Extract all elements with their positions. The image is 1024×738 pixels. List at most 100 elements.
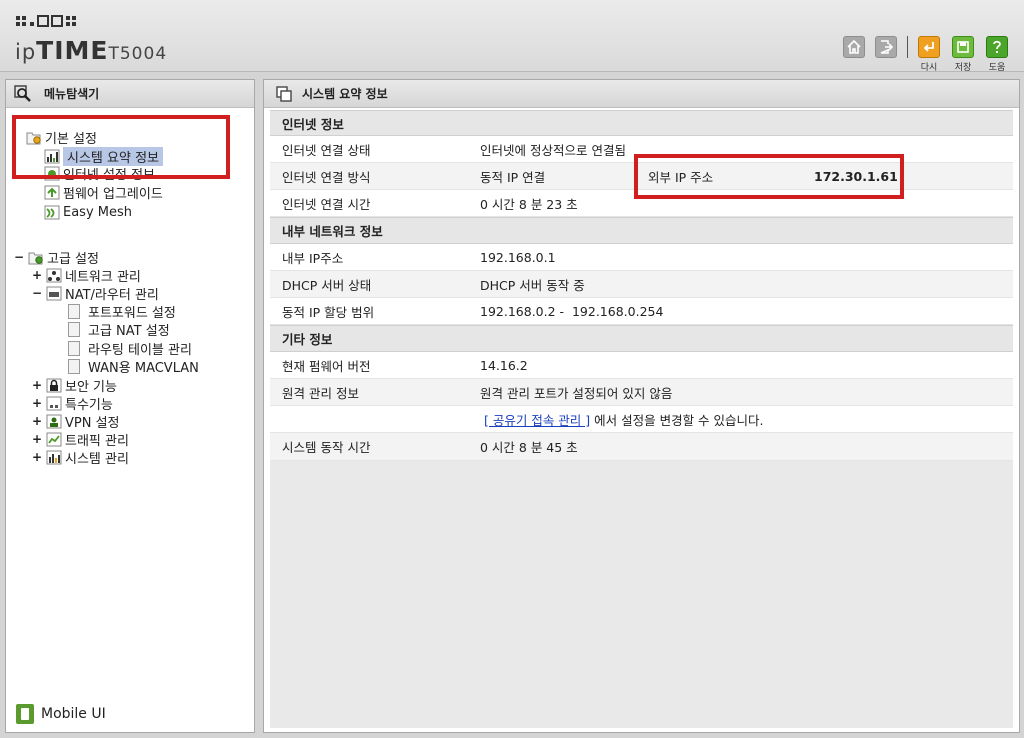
tree-item-label: 라우팅 테이블 관리 bbox=[88, 342, 192, 358]
row-label: 인터넷 연결 상태 bbox=[282, 142, 371, 158]
tree-item-traffic[interactable]: + 트래픽 관리 bbox=[32, 430, 129, 449]
logo-dots-icon bbox=[16, 15, 76, 27]
tree-item-label: WAN용 MACVLAN bbox=[88, 360, 199, 376]
tree-item-network-management[interactable]: + 네트워크 관리 bbox=[32, 266, 141, 285]
tree-item-routing-table[interactable]: 라우팅 테이블 관리 bbox=[68, 339, 192, 358]
save-button-face bbox=[952, 36, 974, 58]
tree-item-label: 특수기능 bbox=[65, 397, 113, 413]
row-value: DHCP 서버 동작 중 bbox=[480, 277, 585, 293]
main-panel-header: 시스템 요약 정보 bbox=[264, 80, 1019, 108]
row-label: DHCP 서버 상태 bbox=[282, 277, 372, 293]
logo-time: TIME bbox=[36, 36, 109, 65]
expand-toggle[interactable]: + bbox=[32, 432, 42, 446]
table-row: 내부 IP주소 192.168.0.1 bbox=[270, 244, 1013, 271]
tree-item-label: VPN 설정 bbox=[65, 415, 120, 431]
mesh-icon bbox=[44, 205, 60, 220]
expand-toggle[interactable]: + bbox=[32, 378, 42, 392]
tree-item-label: NAT/라우터 관리 bbox=[65, 287, 159, 303]
row-label: 시스템 동작 시간 bbox=[282, 440, 371, 455]
logout-button[interactable] bbox=[875, 36, 897, 58]
logo: ipTIMET5004 bbox=[15, 36, 167, 66]
row-label: 현재 펌웨어 버전 bbox=[282, 358, 371, 374]
tree-advanced-label: 고급 설정 bbox=[47, 251, 99, 267]
collapse-toggle[interactable]: − bbox=[32, 286, 42, 300]
table-row: [ 공유기 접속 관리 ] 에서 설정을 변경할 수 있습니다. bbox=[270, 406, 1013, 433]
tree-item-special-functions[interactable]: + 특수기능 bbox=[32, 394, 113, 413]
tree-item-advanced-nat[interactable]: 고급 NAT 설정 bbox=[68, 320, 170, 339]
expand-toggle[interactable]: + bbox=[32, 414, 42, 428]
expand-toggle[interactable]: + bbox=[32, 450, 42, 464]
logout-icon bbox=[880, 40, 894, 54]
reload-button-face bbox=[918, 36, 940, 58]
reload-button[interactable]: 다시 bbox=[916, 36, 942, 73]
lock-icon bbox=[46, 378, 62, 393]
router-icon bbox=[46, 286, 62, 301]
section-title: 내부 네트워크 정보 bbox=[282, 224, 383, 239]
app-header: ipTIMET5004 다시 저장 도움 bbox=[0, 0, 1024, 73]
section-other-info: 기타 정보 bbox=[270, 325, 1013, 352]
row-label: 원격 관리 정보 bbox=[282, 385, 359, 401]
tree-item-label: 보안 기능 bbox=[65, 379, 117, 395]
annotation-box-menu bbox=[12, 115, 230, 179]
save-button[interactable]: 저장 bbox=[950, 36, 976, 73]
home-icon bbox=[847, 39, 861, 54]
save-icon bbox=[957, 41, 969, 53]
hint-suffix: 에서 설정을 변경할 수 있습니다. bbox=[590, 412, 764, 428]
toolbar: 다시 저장 도움 bbox=[833, 36, 1010, 73]
tree-item-label: 포트포워드 설정 bbox=[88, 305, 176, 321]
section-internal-network: 내부 네트워크 정보 bbox=[270, 217, 1013, 244]
table-row: 현재 펌웨어 버전 14.16.2 bbox=[270, 352, 1013, 379]
expand-toggle[interactable]: + bbox=[32, 396, 42, 410]
page-icon bbox=[68, 358, 80, 374]
help-button-face bbox=[986, 36, 1008, 58]
collapse-toggle[interactable]: − bbox=[14, 250, 24, 264]
traffic-icon bbox=[46, 432, 62, 447]
vpn-icon bbox=[46, 414, 62, 429]
table-row: 원격 관리 정보 원격 관리 포트가 설정되어 있지 않음 bbox=[270, 379, 1013, 406]
tree-item-wan-macvlan[interactable]: WAN용 MACVLAN bbox=[68, 357, 199, 376]
row-label: 내부 IP주소 bbox=[282, 250, 344, 266]
row-label: 동적 IP 할당 범위 bbox=[282, 304, 375, 320]
row-value: 0 시간 8 분 23 초 bbox=[480, 196, 578, 212]
home-button[interactable] bbox=[843, 36, 865, 58]
system-icon bbox=[46, 450, 62, 465]
page-icon bbox=[68, 340, 80, 356]
logo-model: T5004 bbox=[108, 44, 168, 64]
folder-gear-icon bbox=[28, 250, 44, 265]
logo-ip: ip bbox=[15, 40, 37, 64]
router-access-link[interactable]: [ 공유기 접속 관리 ] bbox=[484, 413, 590, 428]
tree-item-firmware-upgrade[interactable]: 펌웨어 업그레이드 bbox=[44, 183, 163, 202]
special-function-icon bbox=[46, 396, 62, 411]
row-value: 192.168.0.1 bbox=[480, 249, 556, 265]
tree-item-easy-mesh[interactable]: Easy Mesh bbox=[44, 203, 132, 221]
expand-toggle[interactable]: + bbox=[32, 268, 42, 282]
save-label: 저장 bbox=[954, 63, 972, 73]
help-button[interactable]: 도움 bbox=[984, 36, 1010, 73]
table-row: DHCP 서버 상태 DHCP 서버 동작 중 bbox=[270, 271, 1013, 298]
row-value: 인터넷에 정상적으로 연결됨 bbox=[480, 142, 626, 158]
toolbar-separator bbox=[907, 36, 908, 58]
row-value: 0 시간 8 분 45 초 bbox=[480, 440, 578, 455]
tree-item-label: 펌웨어 업그레이드 bbox=[63, 186, 163, 202]
row-value: 원격 관리 포트가 설정되어 있지 않음 bbox=[480, 385, 673, 401]
tree-item-security[interactable]: + 보안 기능 bbox=[32, 376, 117, 395]
tree-advanced-settings[interactable]: − 고급 설정 bbox=[14, 248, 99, 267]
annotation-box-external-ip bbox=[634, 154, 904, 199]
row-label: 인터넷 연결 방식 bbox=[282, 169, 371, 185]
mobile-ui-label: Mobile UI bbox=[41, 706, 106, 722]
page-icon bbox=[68, 321, 80, 337]
remote-access-hint: [ 공유기 접속 관리 ] 에서 설정을 변경할 수 있습니다. bbox=[484, 410, 764, 429]
tree-item-nat-router[interactable]: − NAT/라우터 관리 bbox=[32, 284, 159, 303]
tree-item-label: 시스템 관리 bbox=[65, 451, 129, 467]
tree-item-label: 고급 NAT 설정 bbox=[88, 323, 170, 339]
upgrade-icon bbox=[44, 185, 60, 200]
table-row: 동적 IP 할당 범위 192.168.0.2 - 192.168.0.254 bbox=[270, 298, 1013, 325]
mobile-ui-link[interactable]: Mobile UI bbox=[16, 704, 106, 724]
tree-item-vpn[interactable]: + VPN 설정 bbox=[32, 412, 120, 431]
row-value: 동적 IP 연결 bbox=[480, 169, 546, 185]
help-label: 도움 bbox=[988, 63, 1006, 73]
section-title: 인터넷 정보 bbox=[282, 116, 344, 132]
tree-item-system-management[interactable]: + 시스템 관리 bbox=[32, 448, 129, 467]
page-icon bbox=[68, 303, 80, 319]
tree-item-port-forward[interactable]: 포트포워드 설정 bbox=[68, 302, 176, 321]
